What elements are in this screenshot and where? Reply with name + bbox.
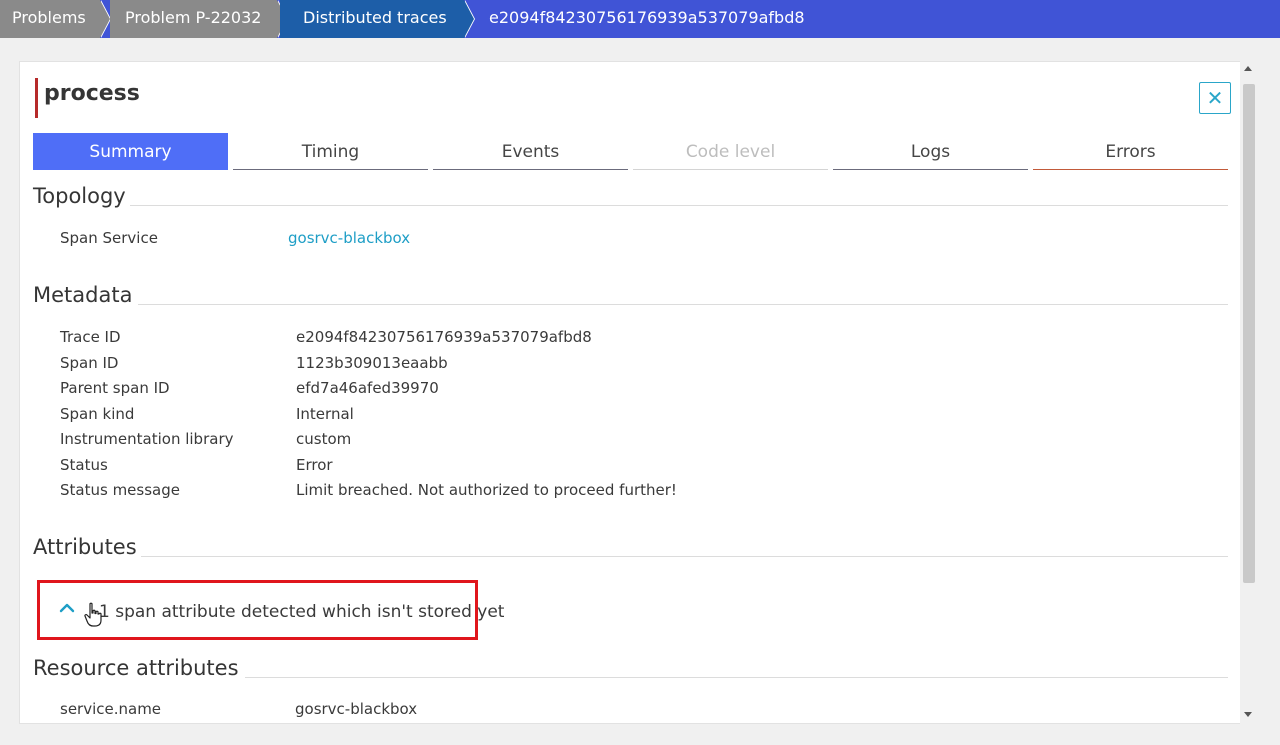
- scroll-up-icon[interactable]: [1244, 66, 1252, 71]
- metadata-key: Instrumentation library: [60, 430, 234, 448]
- metadata-value: e2094f84230756176939a537079afbd8: [296, 328, 592, 346]
- breadcrumb-problem[interactable]: Problem P-22032: [110, 0, 288, 38]
- resource-attributes-heading: Resource attributes: [33, 656, 239, 680]
- close-button[interactable]: ✕: [1199, 82, 1231, 114]
- breadcrumb-arrow: [100, 0, 110, 38]
- metadata-key: Parent span ID: [60, 379, 170, 397]
- tab-errors[interactable]: Errors: [1033, 133, 1228, 170]
- tab-logs[interactable]: Logs: [833, 133, 1028, 170]
- section-divider: [130, 205, 1228, 206]
- section-divider: [245, 677, 1228, 678]
- metadata-key: Span kind: [60, 405, 135, 423]
- tab-timing[interactable]: Timing: [233, 133, 428, 170]
- breadcrumb-problems[interactable]: Problems: [0, 0, 111, 38]
- metadata-key: Status: [60, 456, 108, 474]
- tab-code-level: Code level: [633, 133, 828, 170]
- scrollbar-thumb[interactable]: [1243, 84, 1255, 583]
- chevron-up-icon[interactable]: [58, 600, 76, 614]
- title-accent-bar: [35, 78, 38, 118]
- metadata-value: custom: [296, 430, 352, 448]
- breadcrumb-label: Problem P-22032: [125, 8, 262, 27]
- breadcrumb-label: Problems: [12, 8, 86, 27]
- section-divider: [141, 556, 1228, 557]
- breadcrumb-distributed-traces[interactable]: Distributed traces: [280, 0, 475, 38]
- hand-pointer-icon: [84, 602, 102, 627]
- metadata-value: efd7a46afed39970: [296, 379, 439, 397]
- span-service-link[interactable]: gosrvc-blackbox: [288, 229, 410, 247]
- metadata-key: Status message: [60, 481, 180, 499]
- section-divider: [138, 304, 1228, 305]
- metadata-value: Error: [296, 456, 333, 474]
- scroll-down-icon[interactable]: [1244, 712, 1252, 717]
- resource-attribute-value: gosrvc-blackbox: [295, 700, 418, 718]
- tab-events[interactable]: Events: [433, 133, 628, 170]
- attributes-heading: Attributes: [33, 535, 137, 559]
- tab-summary[interactable]: Summary: [33, 133, 228, 170]
- close-icon: ✕: [1206, 86, 1224, 110]
- breadcrumb-arrow: [464, 0, 474, 38]
- topology-key: Span Service: [60, 229, 158, 247]
- span-detail-panel: process ✕ Summary Timing Events Code lev…: [19, 61, 1257, 724]
- resource-attribute-key: service.name: [60, 700, 162, 718]
- metadata-key: Span ID: [60, 354, 119, 372]
- breadcrumb-label: e2094f84230756176939a537079afbd8: [489, 8, 805, 27]
- attributes-expander[interactable]: 1 span attribute detected which isn't st…: [99, 602, 504, 622]
- panel-title: process: [44, 81, 140, 106]
- metadata-heading: Metadata: [33, 283, 133, 307]
- metadata-value: Limit breached. Not authorized to procee…: [296, 481, 677, 499]
- topology-heading: Topology: [33, 184, 126, 208]
- metadata-key: Trace ID: [60, 328, 121, 346]
- metadata-value: Internal: [296, 405, 354, 423]
- breadcrumb-trace-id: e2094f84230756176939a537079afbd8: [474, 0, 1280, 38]
- breadcrumb: Problems Problem P-22032 Distributed tra…: [0, 0, 1280, 38]
- breadcrumb-label: Distributed traces: [303, 8, 447, 27]
- metadata-value: 1123b309013eaabb: [296, 354, 448, 372]
